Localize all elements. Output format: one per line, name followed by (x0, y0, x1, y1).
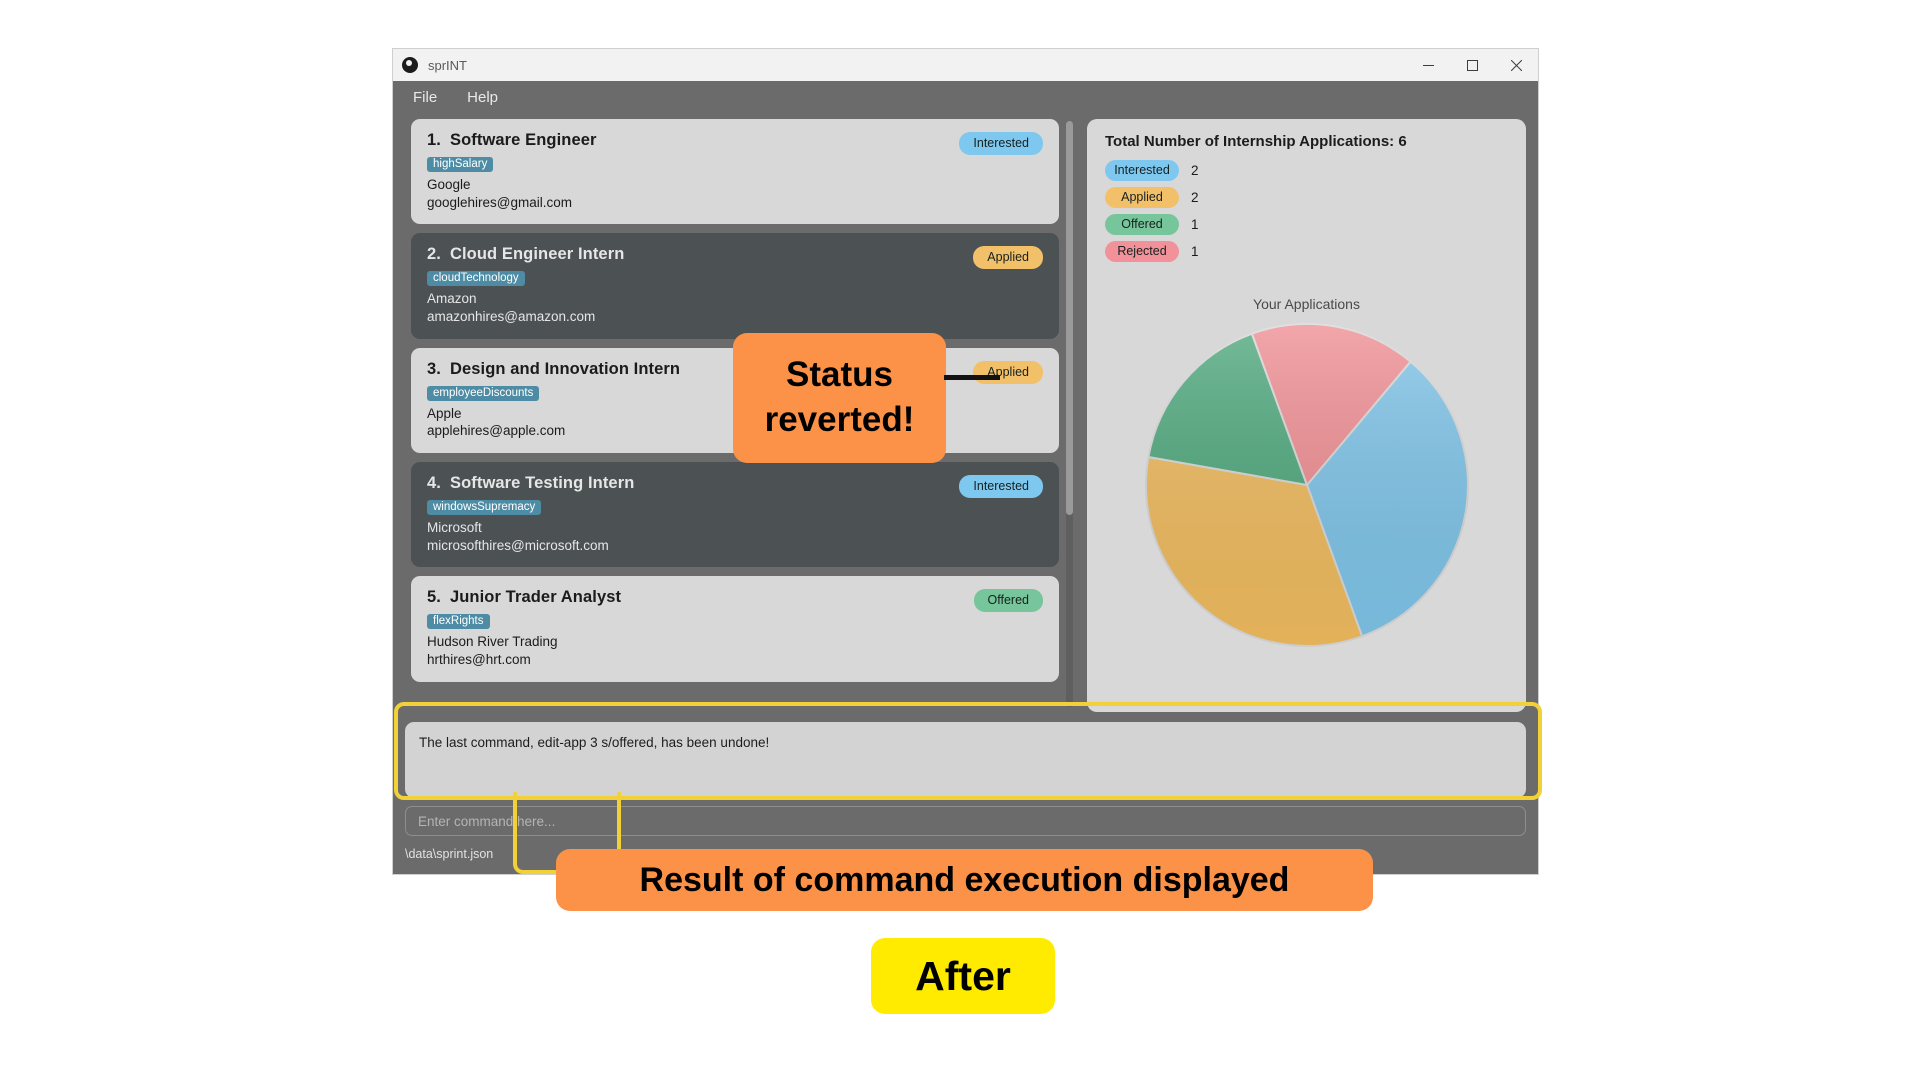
application-title: Cloud Engineer Intern (449, 245, 625, 264)
application-card[interactable]: 5. Junior Trader Analyst flexRights Hudson … (411, 576, 1059, 682)
list-scrollbar-thumb[interactable] (1066, 121, 1073, 515)
menu-item-file[interactable]: File (409, 86, 441, 109)
callout-connector-line (944, 375, 1000, 380)
application-email: hrthires@hrt.com (427, 651, 531, 667)
pie-chart-wrap (1105, 322, 1508, 648)
statistics-panel: Total Number of Internship Applications:… (1087, 119, 1526, 712)
application-index: 1. (427, 131, 441, 149)
application-tag[interactable]: employeeDiscounts (427, 385, 540, 401)
stat-pill: Applied (1105, 187, 1179, 208)
statusbar-file-path: \data\sprint.json (405, 847, 494, 861)
stage-badge-after: After (871, 938, 1055, 1014)
sprint-app-window: sprINT File Help 1. Software Engineer hi… (393, 49, 1538, 874)
command-result-text: The last command, edit-app 3 s/offered, … (419, 735, 770, 750)
application-index: 3. (427, 359, 441, 378)
menubar: File Help (393, 81, 1538, 113)
app-body: 1. Software Engineer highSalary Google googl… (393, 113, 1538, 874)
pie-chart (1144, 323, 1469, 647)
stat-pill: Rejected (1105, 241, 1179, 262)
application-status-badge[interactable]: Applied (973, 360, 1043, 384)
stats-title: Total Number of Internship Applications:… (1105, 133, 1407, 150)
stat-count: 1 (1191, 244, 1199, 259)
application-status-badge[interactable]: Interested (959, 132, 1043, 155)
application-company: Google (427, 177, 471, 192)
application-title-row: 2. Cloud Engineer Intern (427, 245, 1043, 264)
application-title: Junior Trader Analyst (449, 588, 622, 607)
application-index: 5. (427, 588, 441, 607)
top-row: 1. Software Engineer highSalary Google googl… (405, 119, 1526, 712)
stat-count: 1 (1191, 217, 1199, 232)
application-index: 2. (427, 245, 441, 264)
application-status-badge[interactable]: Interested (959, 474, 1043, 498)
close-icon[interactable] (1494, 49, 1538, 81)
stat-pill: Offered (1105, 214, 1179, 235)
application-card[interactable]: 1. Software Engineer highSalary Google googl… (411, 119, 1059, 225)
maximize-icon[interactable] (1450, 49, 1494, 81)
screenshot-stage: sprINT File Help 1. Software Engineer hi… (0, 0, 1920, 1080)
command-input-placeholder: Enter command here... (418, 813, 556, 829)
stats-rows: Interested 2 Applied 2 Offered 1 Rejected 1 (1105, 160, 1508, 262)
callout-result-displayed: Result of command execution displayed (556, 849, 1373, 911)
application-email: googlehires@gmail.com (427, 194, 573, 210)
stat-row: Interested 2 (1105, 160, 1508, 181)
stat-pill: Interested (1105, 160, 1179, 181)
application-company: Microsoft (427, 519, 482, 535)
application-tag[interactable]: highSalary (427, 157, 494, 172)
application-company: Amazon (427, 291, 477, 307)
application-card[interactable]: 2. Cloud Engineer Intern cloudTechnology Am… (411, 233, 1059, 339)
application-company: Hudson River Trading (427, 634, 558, 650)
application-email: amazonhires@amazon.com (427, 308, 596, 324)
stat-count: 2 (1191, 163, 1199, 178)
callout-status-reverted: Status reverted! (733, 333, 946, 463)
pie-chart-title: Your Applications (1253, 296, 1360, 312)
stat-count: 2 (1191, 190, 1199, 205)
command-result-box: The last command, edit-app 3 s/offered, … (405, 722, 1526, 798)
application-tag[interactable]: cloudTechnology (427, 271, 525, 287)
command-input[interactable]: Enter command here... (405, 806, 1526, 836)
sprint-logo-icon (402, 57, 418, 73)
application-title: Software Testing Intern (449, 473, 635, 492)
menu-item-help[interactable]: Help (463, 86, 502, 109)
stat-row: Offered 1 (1105, 214, 1508, 235)
window-titlebar: sprINT (393, 49, 1538, 81)
application-title-row: 4. Software Testing Intern (427, 474, 1043, 493)
window-title: sprINT (428, 57, 467, 73)
application-status-badge[interactable]: Offered (973, 589, 1043, 613)
application-index: 4. (427, 473, 441, 492)
application-card[interactable]: 4. Software Testing Intern windowsSupremac… (411, 461, 1059, 568)
application-status-badge[interactable]: Applied (973, 246, 1043, 270)
application-tag[interactable]: windowsSupremacy (427, 499, 542, 515)
window-controls (1406, 49, 1538, 81)
application-tag[interactable]: flexRights (427, 614, 490, 630)
application-title-row: 1. Software Engineer (427, 131, 1043, 150)
stat-row: Rejected 1 (1105, 241, 1508, 262)
stat-row: Applied 2 (1105, 187, 1508, 208)
list-scrollbar[interactable] (1066, 121, 1073, 707)
minimize-icon[interactable] (1406, 49, 1450, 81)
application-title-row: 5. Junior Trader Analyst (427, 588, 1043, 607)
application-email: microsofthires@microsoft.com (427, 537, 609, 553)
application-title: Software Engineer (449, 131, 597, 149)
application-title: Design and Innovation Intern (449, 359, 681, 378)
